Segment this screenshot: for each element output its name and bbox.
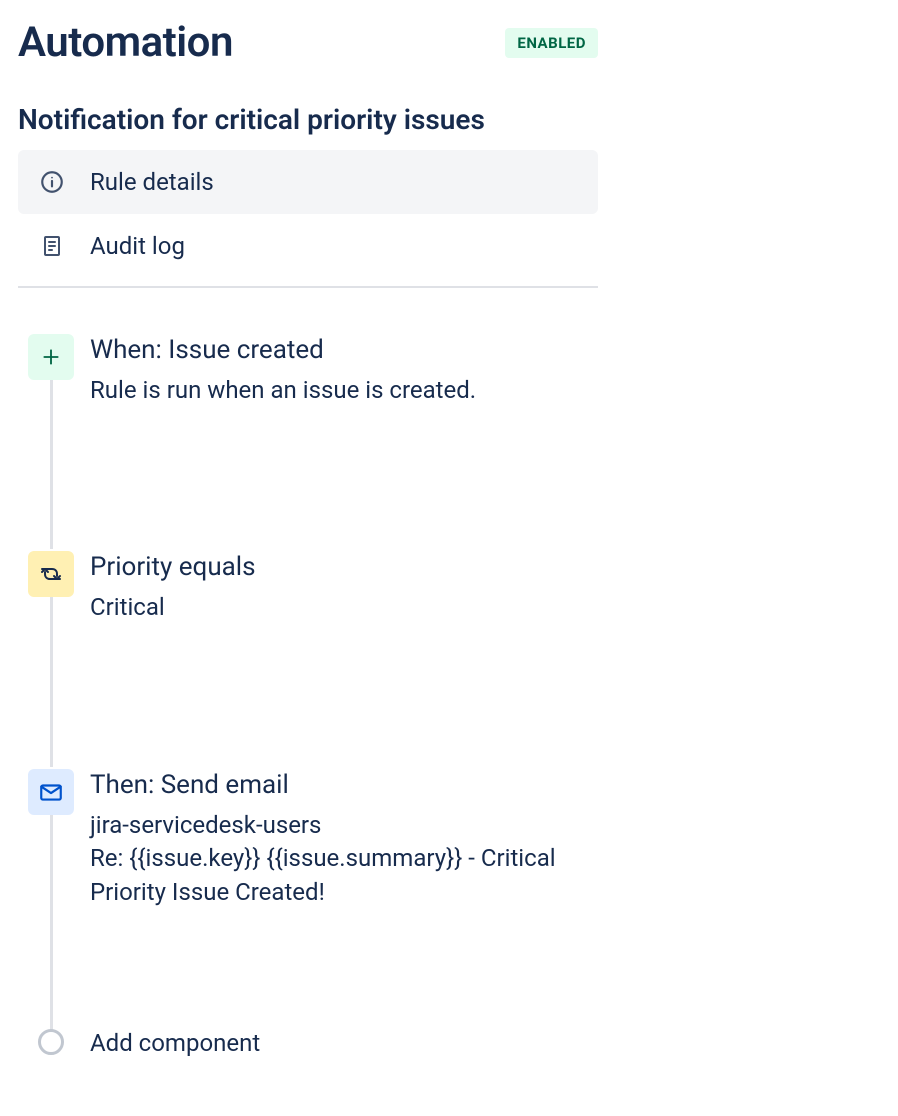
chain-connector xyxy=(50,380,53,549)
step-desc: Rule is run when an issue is created. xyxy=(90,374,598,408)
rule-chain: When: Issue created Rule is run when an … xyxy=(18,334,598,1057)
step-title[interactable]: When: Issue created xyxy=(90,334,598,368)
step-title[interactable]: Priority equals xyxy=(90,551,598,585)
step-desc-line: Re: {{issue.key}} {{issue.summary}} - Cr… xyxy=(90,842,598,909)
status-badge: ENABLED xyxy=(505,28,598,58)
info-icon xyxy=(38,168,66,196)
rule-nav: Rule details Audit log xyxy=(18,150,598,288)
plus-icon xyxy=(28,334,74,380)
chain-connector xyxy=(50,815,53,1032)
rule-step-trigger[interactable]: When: Issue created Rule is run when an … xyxy=(28,334,598,547)
nav-rule-details[interactable]: Rule details xyxy=(18,150,598,214)
branch-icon xyxy=(28,551,74,597)
document-icon xyxy=(38,232,66,260)
page-header: Automation ENABLED xyxy=(18,18,598,67)
add-component-label: Add component xyxy=(90,1029,260,1057)
rule-name: Notification for critical priority issue… xyxy=(18,103,598,136)
email-icon xyxy=(28,769,74,815)
chain-connector xyxy=(50,597,53,766)
empty-circle-icon xyxy=(38,1029,64,1055)
rule-step-condition[interactable]: Priority equals Critical xyxy=(28,551,598,764)
add-component-button[interactable]: Add component xyxy=(28,1029,598,1057)
step-title[interactable]: Then: Send email xyxy=(90,769,598,803)
step-desc-line: jira-servicedesk-users xyxy=(90,809,598,843)
step-desc: Critical xyxy=(90,591,598,625)
rule-step-action[interactable]: Then: Send email jira-servicedesk-users … xyxy=(28,769,598,1030)
nav-audit-log[interactable]: Audit log xyxy=(18,214,598,278)
nav-item-label: Audit log xyxy=(90,232,185,260)
nav-item-label: Rule details xyxy=(90,168,214,196)
page-title: Automation xyxy=(18,18,233,67)
